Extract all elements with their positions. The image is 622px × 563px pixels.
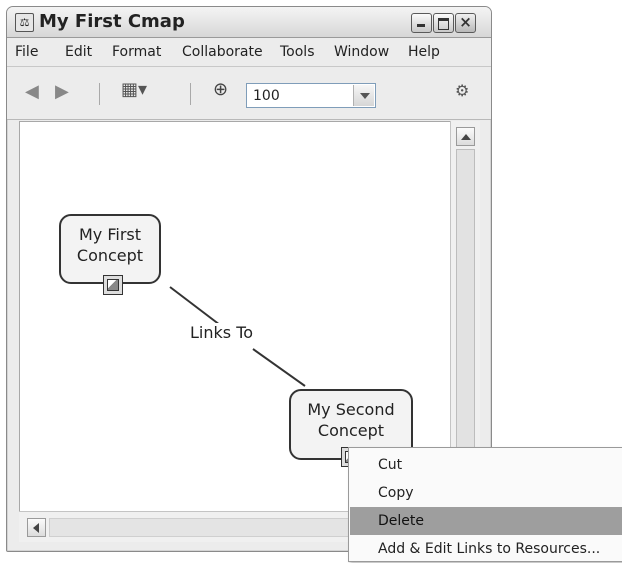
zoom-icon[interactable]: ⊕	[213, 79, 228, 100]
zoom-dropdown-button[interactable]	[353, 85, 374, 106]
link-phrase[interactable]: Links To	[190, 323, 254, 342]
menu-item-copy[interactable]: Copy	[350, 479, 622, 507]
maximize-button[interactable]	[433, 13, 454, 33]
toolbar-separator	[99, 83, 100, 105]
horizontal-scroll-track[interactable]	[49, 518, 359, 537]
menu-help[interactable]: Help	[408, 44, 440, 60]
title-bar[interactable]: ⚖ My First Cmap ×	[7, 7, 491, 38]
zoom-combo[interactable]: 100	[246, 83, 376, 108]
menu-tools[interactable]: Tools	[280, 44, 315, 60]
back-arrow-icon[interactable]: ◀	[25, 81, 39, 102]
window-title: My First Cmap	[39, 11, 185, 32]
menu-file[interactable]: File	[15, 44, 38, 60]
minimize-icon	[417, 24, 425, 27]
context-menu: Cut Copy Delete Add & Edit Links to Reso…	[348, 447, 622, 562]
concept-label-line: Concept	[317, 421, 385, 440]
scroll-left-button[interactable]	[27, 518, 46, 537]
maximize-icon	[438, 18, 449, 30]
forward-arrow-icon[interactable]: ▶	[55, 81, 69, 102]
menu-collaborate[interactable]: Collaborate	[182, 44, 263, 60]
vertical-scroll-thumb[interactable]	[456, 149, 475, 449]
concept-label-line: My Second	[307, 400, 395, 419]
zoom-value[interactable]: 100	[253, 88, 280, 104]
image-resource-icon[interactable]	[103, 275, 123, 295]
link-line-lower	[252, 348, 306, 387]
toolbar: ◀ ▶ ▦▾ ⊕ 100 ⚙	[7, 67, 491, 120]
view-options-icon[interactable]: ▦▾	[121, 79, 147, 100]
menu-edit[interactable]: Edit	[65, 44, 92, 60]
menu-item-delete[interactable]: Delete	[350, 507, 622, 535]
menu-format[interactable]: Format	[112, 44, 161, 60]
concept-label-line: My First	[78, 225, 142, 244]
cmap-app-icon: ⚖	[15, 13, 34, 32]
concept-node-first[interactable]: My First Concept	[59, 214, 161, 284]
minimize-button[interactable]	[411, 13, 432, 33]
style-palette-icon[interactable]: ⚙	[455, 81, 469, 100]
toolbar-separator	[190, 83, 191, 105]
menu-window[interactable]: Window	[334, 44, 389, 60]
close-icon: ×	[459, 13, 472, 31]
menu-item-add-edit-links[interactable]: Add & Edit Links to Resources...	[350, 535, 622, 563]
close-button[interactable]: ×	[455, 13, 476, 33]
menu-item-cut[interactable]: Cut	[350, 451, 622, 479]
scroll-up-button[interactable]	[456, 127, 475, 146]
menu-bar: File Edit Format Collaborate Tools Windo…	[7, 38, 491, 67]
link-line-upper	[169, 286, 221, 326]
concept-label-line: Concept	[76, 246, 144, 265]
